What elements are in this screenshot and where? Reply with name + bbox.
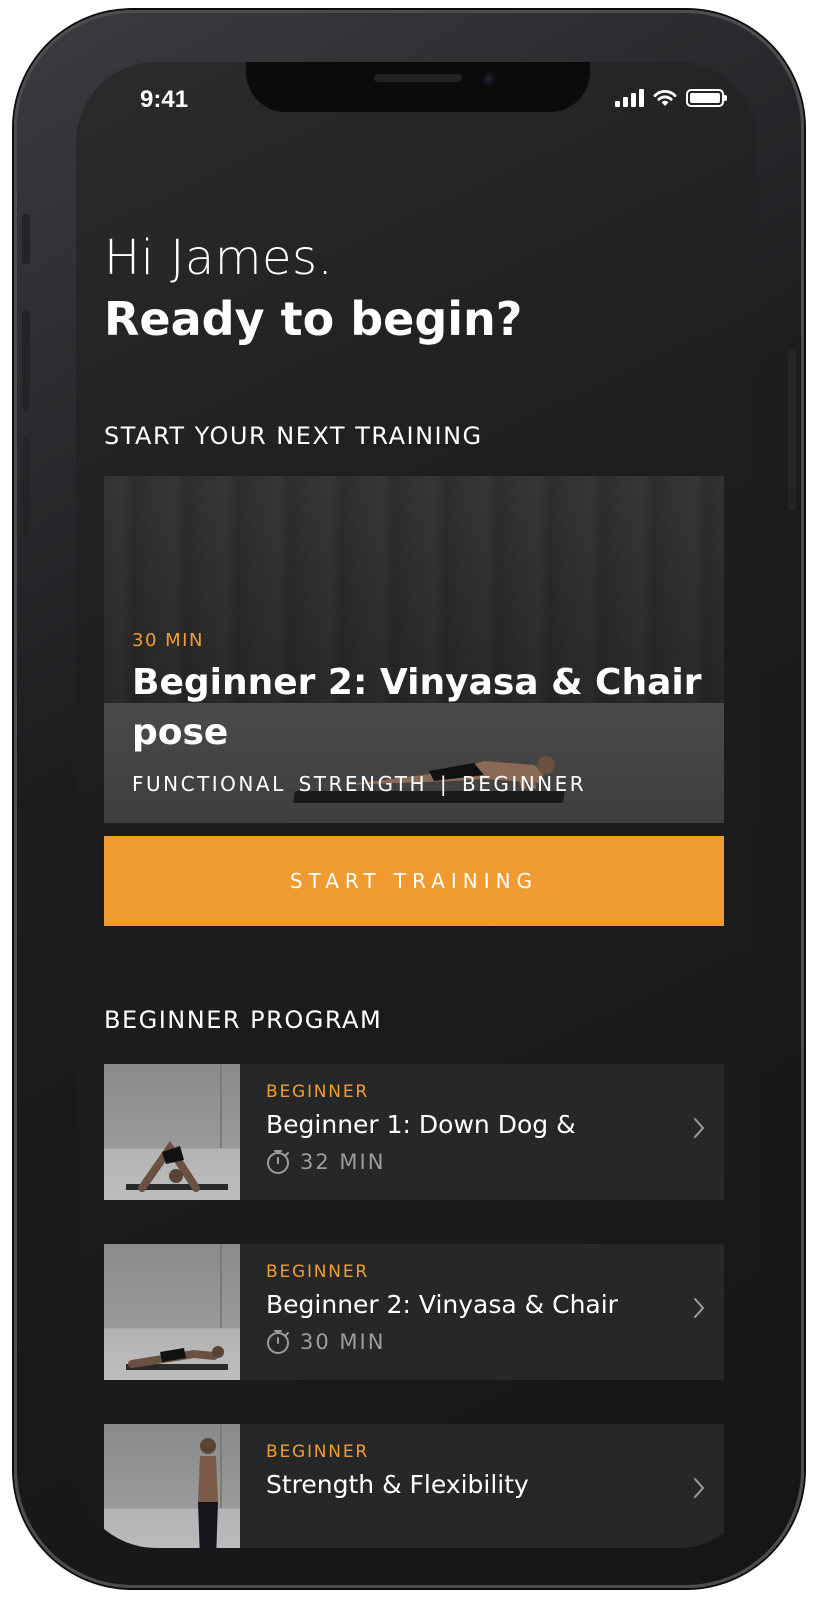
- silent-switch: [22, 214, 30, 264]
- screen: 9:41 Hi James. Ready to begin? START YOU…: [76, 62, 758, 1548]
- start-training-button[interactable]: START TRAINING: [104, 836, 724, 926]
- program-section-title: BEGINNER PROGRAM: [104, 1006, 383, 1034]
- duration-label: 30 MIN: [300, 1330, 386, 1354]
- stopwatch-icon: [267, 1330, 289, 1354]
- next-training-card[interactable]: 30 MIN Beginner 2: Vinyasa & Chair pose …: [104, 476, 724, 823]
- chevron-right-icon: [694, 1298, 705, 1318]
- stopwatch-icon: [267, 1150, 289, 1174]
- greeting-text: Hi James.: [104, 230, 334, 286]
- training-meta: FUNCTIONAL STRENGTH | BEGINNER: [132, 772, 587, 796]
- training-title: Beginner 1: Down Dog &: [266, 1110, 576, 1139]
- speaker-grille: [374, 74, 462, 82]
- duration-label: 30 MIN: [132, 630, 204, 651]
- power-button: [788, 350, 796, 510]
- volume-down-button: [22, 438, 30, 538]
- page-title: Ready to begin?: [104, 292, 523, 346]
- level-label: BEGINNER: [266, 1082, 369, 1102]
- training-thumbnail: [104, 1424, 240, 1548]
- level-label: BEGINNER: [266, 1442, 369, 1462]
- list-item[interactable]: BEGINNER Beginner 1: Down Dog & 32 MIN: [104, 1064, 724, 1200]
- training-thumbnail: [104, 1064, 240, 1200]
- battery-icon: [686, 89, 727, 107]
- duration-label: 32 MIN: [300, 1150, 386, 1174]
- volume-up-button: [22, 310, 30, 410]
- chevron-right-icon: [694, 1118, 705, 1138]
- status-icons: [615, 88, 727, 108]
- training-title: Strength & Flexibility: [266, 1470, 529, 1499]
- training-thumbnail: [104, 1244, 240, 1380]
- notch: [246, 62, 590, 112]
- wifi-icon: [653, 90, 677, 106]
- status-time: 9:41: [140, 86, 189, 113]
- phone-frame: 9:41 Hi James. Ready to begin? START YOU…: [14, 10, 804, 1588]
- signal-icon: [615, 89, 644, 107]
- next-training-section-title: START YOUR NEXT TRAINING: [104, 422, 483, 450]
- training-title: Beginner 2: Vinyasa & Chair: [266, 1290, 618, 1319]
- list-item[interactable]: BEGINNER Beginner 2: Vinyasa & Chair 30 …: [104, 1244, 724, 1380]
- training-title: Beginner 2: Vinyasa & Chair pose: [132, 662, 702, 753]
- list-item[interactable]: BEGINNER Strength & Flexibility: [104, 1424, 724, 1548]
- level-label: BEGINNER: [266, 1262, 369, 1282]
- chevron-right-icon: [694, 1478, 705, 1498]
- front-camera: [482, 72, 496, 86]
